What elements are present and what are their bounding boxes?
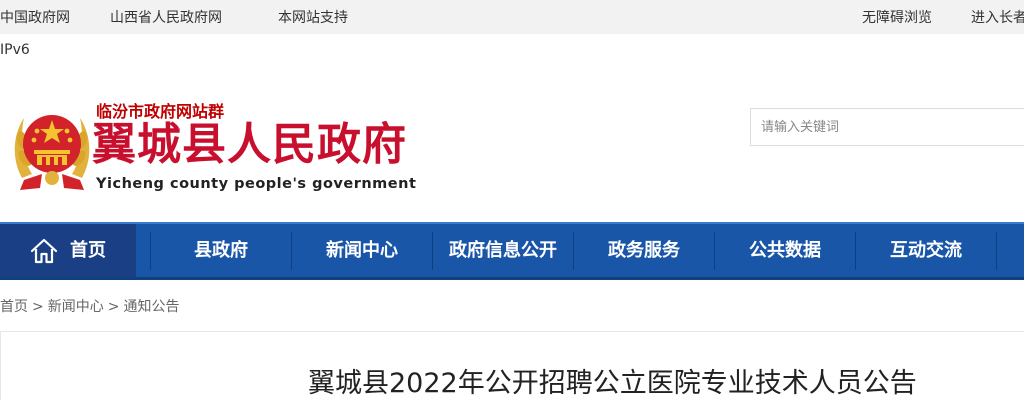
search-box xyxy=(750,108,1024,146)
link-shanxi-gov[interactable]: 山西省人民政府网 xyxy=(110,7,222,27)
top-utility-bar: 中国政府网 山西省人民政府网 本网站支持 无障碍浏览 进入长者 xyxy=(0,0,1024,34)
content-divider xyxy=(0,331,1024,332)
nav-item-public-data[interactable]: 公共数据 xyxy=(715,224,855,277)
nav-separator xyxy=(996,232,997,270)
site-subtitle: Yicheng county people's government xyxy=(96,176,417,192)
breadcrumb: 首页 > 新闻中心 > 通知公告 xyxy=(0,296,179,316)
breadcrumb-notices[interactable]: 通知公告 xyxy=(123,299,179,315)
ipv6-label: IPv6 xyxy=(0,42,30,58)
nav-home-label: 首页 xyxy=(70,240,106,261)
nav-item-county-gov[interactable]: 县政府 xyxy=(151,224,291,277)
breadcrumb-home[interactable]: 首页 xyxy=(0,299,28,315)
link-china-gov[interactable]: 中国政府网 xyxy=(0,7,70,27)
national-emblem-icon xyxy=(14,115,90,190)
link-site-support[interactable]: 本网站支持 xyxy=(278,7,348,27)
link-elder-mode[interactable]: 进入长者 xyxy=(971,7,1024,27)
nav-home[interactable]: 首页 xyxy=(0,224,136,277)
main-nav: 首页 县政府 新闻中心 政府信息公开 政务服务 公共数据 互动交流 xyxy=(0,222,1024,280)
site-title[interactable]: 翼城县人民政府 xyxy=(92,119,407,171)
nav-item-news-center[interactable]: 新闻中心 xyxy=(292,224,432,277)
breadcrumb-separator: > xyxy=(107,299,120,315)
breadcrumb-news-center[interactable]: 新闻中心 xyxy=(48,299,104,315)
article-title: 翼城县2022年公开招聘公立医院专业技术人员公告 xyxy=(308,368,917,399)
content-left-border xyxy=(0,332,1,400)
nav-item-gov-info-disclosure[interactable]: 政府信息公开 xyxy=(433,224,573,277)
nav-item-interaction[interactable]: 互动交流 xyxy=(856,224,996,277)
search-input[interactable] xyxy=(751,109,1011,145)
link-accessibility[interactable]: 无障碍浏览 xyxy=(862,7,932,27)
breadcrumb-separator: > xyxy=(32,299,44,315)
home-icon xyxy=(30,238,58,264)
nav-item-gov-services[interactable]: 政务服务 xyxy=(574,224,714,277)
